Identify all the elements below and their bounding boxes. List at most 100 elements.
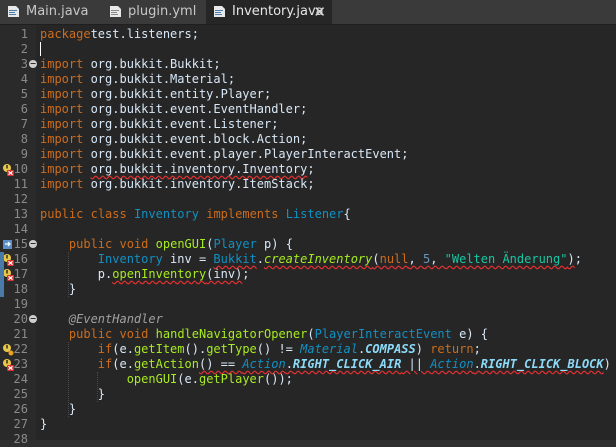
line-number: 24 <box>13 372 28 386</box>
code-line[interactable]: 26 } <box>0 402 616 417</box>
code-line[interactable]: 13 public class Inventory implements List… <box>0 207 616 222</box>
code-line[interactable]: 22 if(e.getItem().getType() != Material.… <box>0 342 616 357</box>
code-line[interactable]: 9 import org.bukkit.event.player.PlayerIn… <box>0 147 616 162</box>
text-cursor <box>40 42 41 56</box>
line-number: 14 <box>13 222 28 236</box>
code-line[interactable]: 11 import org.bukkit.inventory.ItemStack; <box>0 177 616 192</box>
code-token: (e. <box>177 372 199 386</box>
code-line[interactable]: 17 p.openInventory(inv); <box>0 267 616 282</box>
code-token: Material <box>300 342 358 356</box>
close-icon[interactable]: ✕ <box>313 0 326 24</box>
code-line[interactable]: 20− @EventHandler <box>0 312 616 327</box>
code-token: } <box>40 402 77 416</box>
line-number: 21 <box>13 327 28 341</box>
code-line[interactable]: 15− public void openGUI(Player p) { <box>0 237 616 252</box>
code-token: public <box>40 207 84 221</box>
code-token: implements <box>206 207 279 221</box>
code-token: getType <box>206 342 257 356</box>
code-line[interactable]: 3− import org.bukkit.Bukkit; <box>0 57 616 72</box>
code-line[interactable]: 7 import org.bukkit.event.Listener; <box>0 117 616 132</box>
code-token: @EventHandler <box>68 312 163 326</box>
code-token: Player <box>213 237 257 251</box>
code-token: org.bukkit.event.player.PlayerInteractEv… <box>83 147 409 161</box>
code-token: ; <box>473 342 481 356</box>
code-text: if(e.getItem().getType() != Material.COM… <box>40 342 481 357</box>
code-token: ()); <box>264 372 293 386</box>
code-line[interactable]: 6 import org.bukkit.event.EventHandler; <box>0 102 616 117</box>
code-editor[interactable]: 1 packagetest.listeners; 2 3− import org.buk… <box>0 25 616 446</box>
java-file-icon <box>8 6 19 17</box>
code-text: import org.bukkit.Bukkit; <box>40 57 221 72</box>
code-text: import org.bukkit.inventory.Inventory; <box>40 162 315 177</box>
code-line[interactable]: 27} <box>0 417 616 432</box>
code-token: getAction <box>133 357 199 371</box>
tab-main-java[interactable]: Main.java <box>0 0 102 24</box>
code-token: org.bukkit.entity.Player; <box>83 87 272 101</box>
code-token: handleNavigatorOpener <box>155 327 308 341</box>
code-token: test.listeners; <box>90 27 199 41</box>
code-token: import <box>40 147 84 161</box>
line-number: 3 <box>20 57 28 71</box>
code-token: import <box>40 72 84 86</box>
warning-error-icon[interactable] <box>2 163 14 176</box>
code-token: Inventory <box>133 207 199 221</box>
code-token: org.bukkit.event.block.Action; <box>83 132 308 146</box>
code-token: Action <box>430 357 474 371</box>
code-line[interactable]: 18 } <box>0 282 616 297</box>
code-line[interactable]: 14 <box>0 222 616 237</box>
warning-error-icon[interactable] <box>2 358 14 371</box>
tab-inventory-java[interactable]: Inventory.java ✕ <box>206 0 332 24</box>
code-token: import <box>40 87 84 101</box>
code-token: || <box>401 357 431 371</box>
code-token: org.bukkit.inventory.Inventory <box>90 162 308 176</box>
code-token: package <box>40 27 91 41</box>
code-text: } <box>40 417 47 432</box>
code-line[interactable]: 21 public void handleNavigatorOpener(Pla… <box>0 327 616 342</box>
code-token: (e. <box>112 342 134 356</box>
code-token: (e. <box>112 357 134 371</box>
code-token: Action <box>242 357 286 371</box>
code-line[interactable]: 24 openGUI(e.getPlayer()); <box>0 372 616 387</box>
line-number: 6 <box>20 102 28 116</box>
tab-label: Main.java <box>26 4 89 19</box>
fold-collapse-icon[interactable]: − <box>29 240 37 248</box>
code-token: if <box>97 357 113 371</box>
code-token: } <box>40 282 77 296</box>
code-line[interactable]: 16 Inventory inv = Bukkit.createInventor… <box>0 252 616 267</box>
code-token: ; <box>307 162 315 176</box>
code-token: org.bukkit.inventory.ItemStack; <box>83 177 315 191</box>
code-token: () != <box>256 342 301 356</box>
code-text: if(e.getAction() == Action.RIGHT_CLICK_A… <box>40 357 616 372</box>
code-line[interactable]: 23 if(e.getAction() == Action.RIGHT_CLIC… <box>0 357 616 372</box>
code-token: createInventory <box>264 252 373 266</box>
code-line[interactable]: 4 import org.bukkit.Material; <box>0 72 616 87</box>
warning-icon[interactable] <box>2 343 14 356</box>
code-line[interactable]: 25 } <box>0 387 616 402</box>
code-token: (). <box>184 342 207 356</box>
fold-collapse-icon[interactable]: − <box>29 315 37 323</box>
code-token: Listener <box>285 207 344 221</box>
code-line[interactable]: 5 import org.bukkit.entity.Player; <box>0 87 616 102</box>
code-token: ) <box>415 342 431 356</box>
line-number: 4 <box>20 72 28 86</box>
override-icon[interactable] <box>2 238 14 251</box>
code-token: , <box>408 252 423 266</box>
tab-plugin-yml[interactable]: plugin.yml <box>102 0 206 24</box>
code-line[interactable]: 8 import org.bukkit.event.block.Action; <box>0 132 616 147</box>
code-token: } <box>40 387 106 401</box>
code-line[interactable]: 19 <box>0 297 616 312</box>
code-text: import org.bukkit.event.EventHandler; <box>40 102 307 117</box>
code-line[interactable]: 12 <box>0 192 616 207</box>
code-line[interactable]: 2 <box>0 42 616 57</box>
code-token: PlayerInteractEvent <box>314 327 452 341</box>
code-line[interactable]: 10 import org.bukkit.inventory.Inventory; <box>0 162 616 177</box>
line-number: 25 <box>13 387 28 401</box>
line-number: 20 <box>13 312 28 326</box>
fold-collapse-icon[interactable]: − <box>29 60 37 68</box>
code-text: } <box>40 387 105 402</box>
code-line[interactable]: 1 packagetest.listeners; <box>0 27 616 42</box>
